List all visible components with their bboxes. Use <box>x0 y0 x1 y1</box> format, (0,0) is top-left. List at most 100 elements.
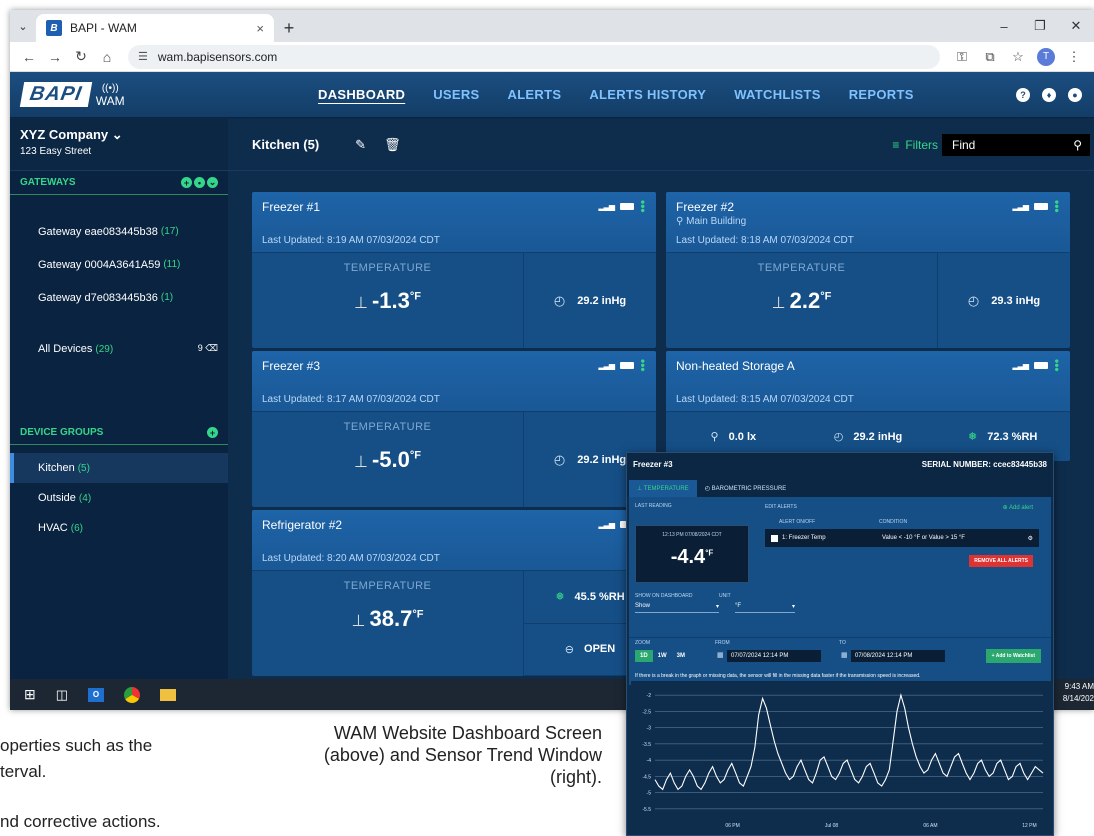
device-card-freezer-1[interactable]: Freezer #1 Last Updated: 8:19 AM 07/03/2… <box>252 192 656 348</box>
gateway-settings-icon[interactable]: • <box>194 177 205 188</box>
notifications-bell-icon[interactable]: ♦ <box>1042 87 1056 102</box>
card-body: TEMPERATURE ⊥ 2.2°F ◴ 29.3 inHg <box>666 252 1070 348</box>
all-devices-label: All Devices <box>38 342 93 355</box>
unit-select[interactable]: °F ▾ <box>735 603 795 613</box>
group-item-hvac[interactable]: HVAC (6) <box>10 513 228 543</box>
calendar-icon[interactable]: ▦ <box>841 651 848 659</box>
temperature-panel: TEMPERATURE ⊥ 2.2°F <box>666 253 938 348</box>
minimize-icon[interactable]: – <box>986 10 1022 42</box>
x-tick-label: Jul 08 <box>825 823 839 829</box>
site-info-icon[interactable]: ☰ <box>138 50 148 63</box>
device-card-refrigerator-2[interactable]: Refrigerator #2 Last Updated: 8:20 AM 07… <box>252 510 656 676</box>
zoom-1d-button[interactable]: 1D <box>635 650 653 662</box>
add-circle-icon: ⊕ <box>1002 505 1008 511</box>
add-alert-button[interactable]: ⊕ Add alert <box>1003 504 1033 511</box>
new-tab-icon[interactable]: + <box>274 14 304 42</box>
card-menu-icon[interactable]: ••• <box>636 359 650 372</box>
nav-alerts[interactable]: ALERTS <box>508 87 562 102</box>
browser-menu-icon[interactable]: ⋮ <box>1060 44 1088 70</box>
bookmark-star-icon[interactable]: ☆ <box>1004 44 1032 70</box>
filters-button[interactable]: ≡ Filters <box>892 138 938 152</box>
gateway-more-icon[interactable]: ⌄ <box>207 177 218 188</box>
cast-icon[interactable]: ⧉ <box>976 44 1004 70</box>
add-gateway-icon[interactable]: + <box>181 177 192 188</box>
zoom-label: ZOOM <box>635 640 650 646</box>
nav-reports[interactable]: REPORTS <box>849 87 914 102</box>
all-devices-item[interactable]: All Devices (29) 9 ⌫ <box>10 332 228 365</box>
nav-alerts-history[interactable]: ALERTS HISTORY <box>589 87 706 102</box>
reload-icon[interactable]: ↻ <box>68 44 94 70</box>
company-selector[interactable]: XYZ Company ⌄ 123 Easy Street <box>10 119 228 171</box>
calendar-icon[interactable]: ▦ <box>717 651 724 659</box>
password-key-icon[interactable]: ⚿ <box>948 44 976 70</box>
gateway-item[interactable]: Gateway 0004A3641A59 (11) <box>10 248 228 281</box>
nav-users[interactable]: USERS <box>433 87 479 102</box>
alert-condition: Value < -10 °F or Value > 15 °F <box>882 535 965 541</box>
gateway-item[interactable]: Gateway d7e083445b36 (1) <box>10 281 228 314</box>
close-tab-icon[interactable]: × <box>256 21 264 36</box>
device-card-storage-a[interactable]: Non-heated Storage A Last Updated: 8:15 … <box>666 351 1070 461</box>
x-tick-label: 12 PM <box>1022 823 1036 829</box>
bapi-logo[interactable]: BAPI ((•)) WAM <box>10 82 200 107</box>
close-window-icon[interactable]: ✕ <box>1058 10 1094 42</box>
add-group-icon[interactable]: + <box>207 427 218 438</box>
system-clock[interactable]: 9:43 AM 8/14/202 <box>1062 681 1094 705</box>
task-view-icon[interactable]: ◫ <box>56 687 68 703</box>
delete-group-icon[interactable]: 🗑 <box>384 137 401 153</box>
card-menu-icon[interactable]: ••• <box>1050 359 1064 372</box>
to-date-field[interactable]: 07/08/2024 12:14 PM <box>851 650 945 662</box>
temperature-label: TEMPERATURE <box>343 421 432 433</box>
tab-barometric-pressure[interactable]: ◴ BAROMETRIC PRESSURE <box>697 480 795 497</box>
alert-checkbox[interactable] <box>771 534 778 542</box>
screenshot-stage: ⌄ B BAPI - WAM × + – ❐ ✕ ← → ↻ ⌂ ☰ wam.b… <box>0 0 1094 836</box>
from-date-field[interactable]: 07/07/2024 12:14 PM <box>727 650 821 662</box>
gateway-item[interactable]: Gateway eae083445b38 (17) <box>10 215 228 248</box>
nav-dashboard[interactable]: DASHBOARD <box>318 87 405 102</box>
url-field[interactable]: ☰ wam.bapisensors.com <box>128 44 940 69</box>
unit-value: °F <box>735 603 742 609</box>
filters-label: Filters <box>905 137 938 152</box>
back-icon[interactable]: ← <box>16 44 42 70</box>
card-menu-icon[interactable]: ••• <box>1050 200 1064 213</box>
forward-icon[interactable]: → <box>42 44 68 70</box>
card-body: TEMPERATURE ⊥ 38.7°F ❅ 45.5 %RH ⊖ OPEN <box>252 570 656 676</box>
nav-watchlists[interactable]: WATCHLISTS <box>734 87 821 102</box>
temperature-trend-chart: -2 -2.5 -3 -3.5 -4 -4.5 -5 -5.5 06 PM Jul 08 06 AM… <box>631 681 1051 833</box>
tab-temperature[interactable]: ⊥ TEMPERATURE <box>629 480 697 497</box>
home-icon[interactable]: ⌂ <box>94 44 120 70</box>
group-item-outside[interactable]: Outside (4) <box>10 483 228 513</box>
card-status: ▂▃▅ ••• <box>1013 200 1064 213</box>
outlook-icon[interactable]: O <box>88 687 105 702</box>
profile-avatar[interactable]: T <box>1032 44 1060 70</box>
y-tick-label: -5 <box>647 791 652 797</box>
device-card-freezer-2[interactable]: Freezer #2 ⚲ Main Building Last Updated:… <box>666 192 1070 348</box>
last-updated: Last Updated: 8:15 AM 07/03/2024 CDT <box>676 394 854 405</box>
app-header: BAPI ((•)) WAM DASHBOARD USERS ALERTS ALE… <box>10 72 1094 118</box>
zoom-3m-button[interactable]: 3M <box>672 650 690 662</box>
browser-tab[interactable]: B BAPI - WAM × <box>36 14 274 42</box>
zoom-1w-button[interactable]: 1W <box>653 650 672 662</box>
help-icon[interactable]: ? <box>1016 87 1030 102</box>
restore-icon[interactable]: ❐ <box>1022 10 1058 42</box>
tab-label: BAROMETRIC PRESSURE <box>711 486 787 492</box>
show-on-dashboard-select[interactable]: Show ▾ <box>635 603 719 613</box>
user-account-icon[interactable]: ● <box>1068 87 1082 102</box>
file-explorer-icon[interactable] <box>160 688 177 701</box>
find-input[interactable]: Find ⚲ <box>942 133 1090 156</box>
trend-settings-panel: LAST READING 12:13 PM 07/08/2024 CDT -4.… <box>629 497 1051 637</box>
trend-title: Freezer #3 <box>633 459 673 469</box>
device-card-freezer-3[interactable]: Freezer #3 Last Updated: 8:17 AM 07/03/2… <box>252 351 656 507</box>
chart-background <box>631 681 1051 833</box>
windows-start-icon[interactable]: ⊞ <box>24 686 36 703</box>
alert-settings-icon[interactable]: ⚙ <box>1028 535 1033 542</box>
group-item-kitchen[interactable]: Kitchen (5) <box>10 453 228 483</box>
card-menu-icon[interactable]: ••• <box>636 200 650 213</box>
remove-all-alerts-button[interactable]: REMOVE ALL ALERTS <box>969 555 1033 567</box>
temp-number: -5.0 <box>371 447 410 472</box>
search-icon[interactable]: ⚲ <box>1073 138 1082 152</box>
tab-search-icon[interactable]: ⌄ <box>10 10 36 42</box>
chrome-icon[interactable] <box>124 686 141 703</box>
edit-group-icon[interactable]: ✎ <box>355 137 366 153</box>
map-pin-icon: ⚲ <box>676 216 684 227</box>
add-to-watchlist-button[interactable]: + Add to Watchlist <box>985 649 1041 663</box>
